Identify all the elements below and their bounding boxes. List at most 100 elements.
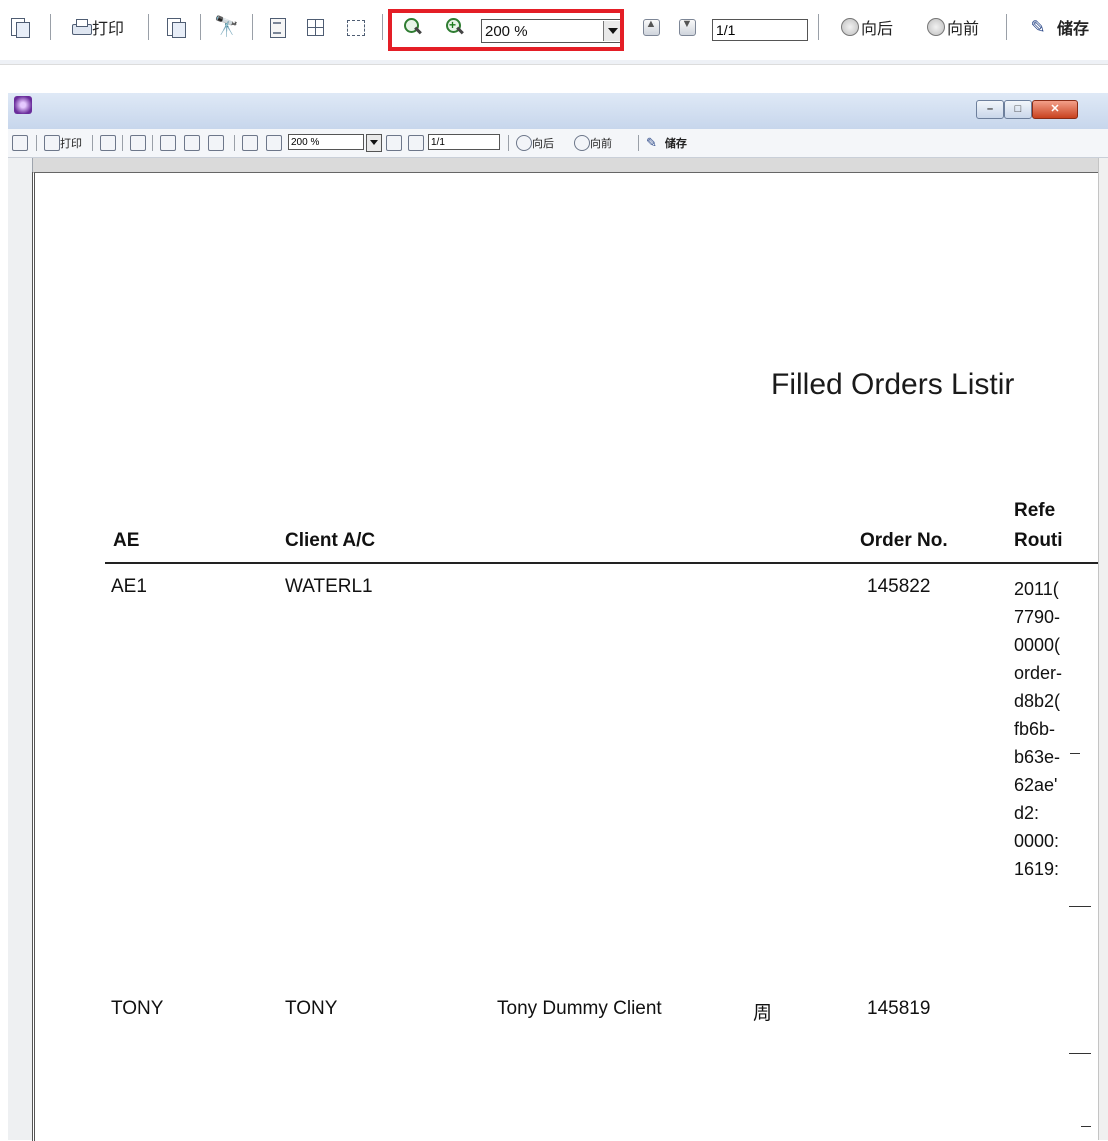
save-icon: ✎ xyxy=(1030,17,1046,37)
zoom-in-button[interactable]: + xyxy=(440,12,470,42)
mini-copy-pages-button[interactable] xyxy=(100,135,116,151)
column-header-reference: Refe xyxy=(1014,500,1056,521)
mini-back-label: 向后 xyxy=(532,138,554,150)
single-page-icon xyxy=(160,135,176,151)
toolbar-separator xyxy=(200,14,201,40)
find-button[interactable]: 🔭 xyxy=(210,12,240,42)
column-header-routing: Routi xyxy=(1014,530,1063,551)
back-label: 向后 xyxy=(860,21,893,38)
multi-page-button[interactable] xyxy=(300,12,330,42)
minimize-button[interactable]: – xyxy=(976,100,1004,119)
mini-back-button[interactable]: 向后 xyxy=(516,135,554,151)
mini-print-button[interactable]: 打印 xyxy=(44,135,82,151)
row1-ref-line: fb6b- xyxy=(1014,719,1056,739)
row2-ae: TONY xyxy=(111,998,164,1019)
main-toolbar: 打印 🔭 + 200 % ▲ ▼ 1/1 向后 向前 ✎ 储存 xyxy=(0,0,1108,65)
row2-client-name: Tony Dummy Client xyxy=(497,998,662,1019)
toolbar-separator xyxy=(50,14,51,40)
mini-first-page-button[interactable] xyxy=(386,135,402,151)
toolbar-separator xyxy=(122,135,123,151)
last-page-button[interactable]: ▼ xyxy=(672,12,702,42)
toolbar-separator xyxy=(252,14,253,40)
single-page-button[interactable] xyxy=(262,12,292,42)
row1-ref-line: 0000( xyxy=(1014,635,1061,655)
copy-button[interactable] xyxy=(4,12,34,42)
window-titlebar[interactable]: – □ ✕ xyxy=(8,93,1108,129)
row1-ref-line: d2: xyxy=(1014,803,1040,823)
mini-last-page-button[interactable] xyxy=(408,135,424,151)
mini-save-button[interactable]: ✎ 储存 xyxy=(646,135,687,151)
window-toolbar: 打印 200 % 1/1 向后 向前 ✎ 储存 xyxy=(8,129,1108,158)
zoom-out-button[interactable] xyxy=(398,12,428,42)
row1-ref-line: 7790- xyxy=(1014,607,1061,627)
toolbar-separator xyxy=(382,14,383,40)
page-number-field[interactable]: 1/1 xyxy=(712,19,808,41)
copy-icon xyxy=(8,16,30,38)
chevron-down-icon[interactable] xyxy=(366,134,382,152)
mini-single-page-button[interactable] xyxy=(160,135,176,151)
close-button[interactable]: ✕ xyxy=(1032,100,1078,119)
mini-zoom-in-button[interactable] xyxy=(266,135,282,151)
zoom-in-icon: + xyxy=(444,16,466,38)
row1-tick xyxy=(1070,753,1080,754)
row1-ref-line: 2011( xyxy=(1014,579,1059,599)
row1-ref-line: b63e- xyxy=(1014,747,1061,767)
mini-save-label: 储存 xyxy=(664,138,687,150)
row1-client: WATERL1 xyxy=(285,576,373,597)
mini-copy-button[interactable] xyxy=(12,135,28,151)
mini-print-label: 打印 xyxy=(60,138,82,150)
copy-icon xyxy=(12,135,28,151)
mini-find-button[interactable] xyxy=(130,135,146,151)
forward-icon xyxy=(925,16,947,38)
mini-continuous-button[interactable] xyxy=(208,135,224,151)
row1-ref-line: order- xyxy=(1014,663,1063,683)
print-button[interactable]: 打印 xyxy=(62,12,132,42)
toolbar-separator xyxy=(818,14,819,40)
save-label: 储存 xyxy=(1056,21,1089,38)
printer-icon xyxy=(70,16,92,38)
row2-dash xyxy=(1069,1053,1091,1054)
mini-zoom-select[interactable]: 200 % xyxy=(288,134,364,150)
chevron-down-icon[interactable] xyxy=(603,21,622,41)
maximize-icon: □ xyxy=(1014,103,1022,115)
mini-forward-label: 向前 xyxy=(590,138,612,150)
report-title: Filled Orders Listir xyxy=(771,368,1015,401)
row1-end-dash xyxy=(1069,906,1091,907)
copy-pages-icon xyxy=(100,135,116,151)
toolbar-separator xyxy=(148,14,149,40)
save-button[interactable]: ✎ 储存 xyxy=(1014,12,1102,42)
continuous-page-button[interactable] xyxy=(340,12,370,42)
report-canvas: Filled Orders Listir AE Client A/C Order… xyxy=(8,158,1108,1141)
row2-client-extra: 周 xyxy=(753,1003,773,1024)
back-button[interactable]: 向后 xyxy=(826,12,906,42)
copy-pages-icon xyxy=(164,16,186,38)
row1-ae: AE1 xyxy=(111,576,147,597)
mini-zoom-out-button[interactable] xyxy=(242,135,258,151)
maximize-button[interactable]: □ xyxy=(1004,100,1032,119)
header-divider xyxy=(105,562,1101,564)
print-label: 打印 xyxy=(91,21,124,38)
toolbar-separator xyxy=(508,135,509,151)
printer-icon xyxy=(44,135,60,151)
column-header-order-no: Order No. xyxy=(860,530,948,551)
zoom-out-icon xyxy=(242,135,258,151)
close-icon: ✕ xyxy=(1050,103,1060,115)
single-page-icon xyxy=(266,16,288,38)
binoculars-icon xyxy=(130,135,146,151)
zoom-select[interactable]: 200 % xyxy=(481,19,623,43)
vertical-scrollbar[interactable] xyxy=(1098,158,1108,1140)
forward-label: 向前 xyxy=(946,21,979,38)
mini-page-field[interactable]: 1/1 xyxy=(428,134,500,150)
toolbar-separator xyxy=(92,135,93,151)
toolbar-separator xyxy=(36,135,37,151)
forward-button[interactable]: 向前 xyxy=(912,12,992,42)
row1-ref-line: 1619: xyxy=(1014,859,1060,879)
column-header-ae: AE xyxy=(113,530,140,551)
toolbar-bottom-strip xyxy=(0,60,1108,64)
mini-multi-page-button[interactable] xyxy=(184,135,200,151)
mini-forward-button[interactable]: 向前 xyxy=(574,135,612,151)
copy-pages-button[interactable] xyxy=(160,12,190,42)
continuous-page-icon xyxy=(208,135,224,151)
row1-ref-line: d8b2( xyxy=(1014,691,1061,711)
first-page-button[interactable]: ▲ xyxy=(636,12,666,42)
